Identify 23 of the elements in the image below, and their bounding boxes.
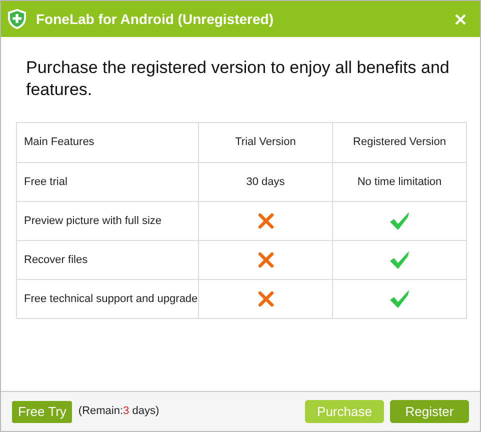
table-cell-text: No time limitation [357, 175, 442, 189]
check-icon [388, 250, 410, 270]
table-cell-text: Free trial [24, 175, 68, 189]
register-button[interactable]: Register [390, 400, 469, 423]
close-icon[interactable] [455, 14, 466, 24]
remaining-days-text: (Remain:3 days) [78, 404, 160, 420]
table-cell-text: 30 days [246, 175, 285, 189]
cross-icon [258, 291, 274, 307]
check-icon [388, 211, 410, 231]
table-cell-text: Recover files [24, 253, 88, 267]
purchase-button[interactable]: Purchase [305, 400, 384, 423]
cross-icon [258, 213, 274, 229]
shield-plus-icon [7, 8, 27, 30]
check-icon [388, 289, 410, 309]
table-cell-text: Preview picture with full size [24, 214, 162, 228]
purchase-prompt: Purchase the registered version to enjoy all benefits and features. [26, 57, 450, 101]
column-header: Main Features [24, 135, 94, 150]
free-try-button[interactable]: Free Try [12, 400, 72, 422]
window-title: FoneLab for Android (Unregistered) [36, 10, 274, 29]
table-cell-text: Free technical support and upgrade [24, 292, 198, 306]
column-header: Registered Version [353, 135, 446, 150]
column-header: Trial Version [235, 135, 296, 150]
cross-icon [258, 252, 274, 268]
